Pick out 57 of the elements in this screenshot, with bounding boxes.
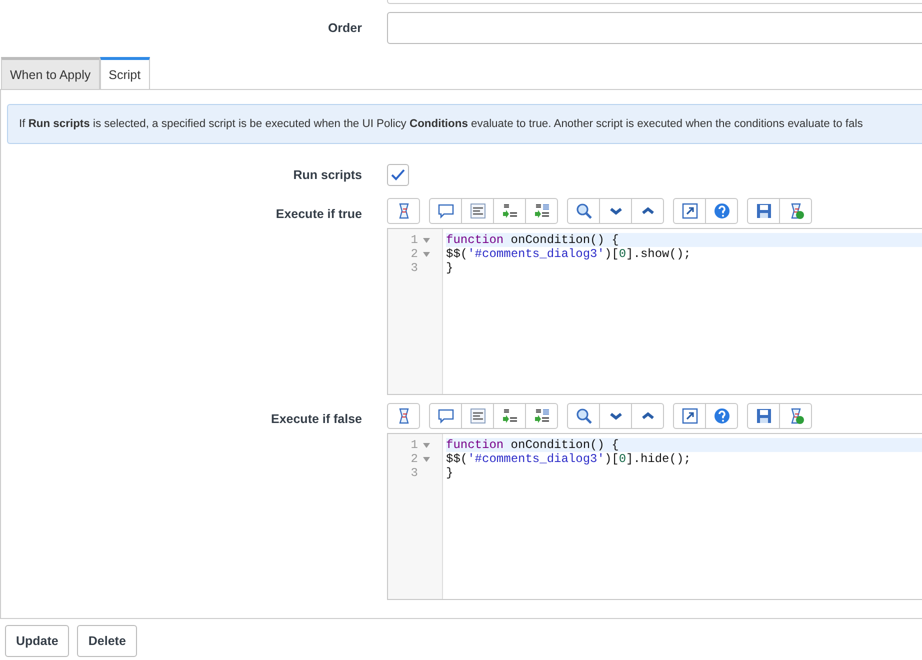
- field-label: Order: [328, 21, 362, 35]
- code-line: function onCondition() {: [446, 233, 619, 247]
- checkbox[interactable]: [387, 164, 409, 186]
- format-icon: [468, 202, 486, 220]
- fold-arrow-icon[interactable]: [423, 238, 430, 242]
- replace-icon: [500, 202, 518, 220]
- fold-arrow-icon[interactable]: [423, 456, 430, 462]
- order-field[interactable]: [387, 12, 922, 44]
- field-label: Run scripts: [293, 168, 362, 182]
- line-number: 3: [410, 466, 418, 480]
- replace-icon: [500, 407, 518, 425]
- code-editor[interactable]: 1 2 3 function onCondition() { $$('#comments_dialog3')[0].hide(); }: [387, 433, 922, 600]
- toolbar-button[interactable]: [525, 403, 558, 429]
- toolbar-button[interactable]: [525, 198, 558, 224]
- comment-icon: [436, 202, 454, 220]
- code-line: $$('#comments_dialog3')[0].show();: [446, 247, 691, 261]
- field-label: Execute if true: [276, 207, 362, 221]
- checkmark-icon: [391, 169, 405, 181]
- fullscreen-icon: [680, 202, 698, 220]
- input-field[interactable]: [387, 0, 922, 4]
- toolbar-button[interactable]: [631, 403, 664, 429]
- toolbar-button[interactable]: [461, 198, 494, 224]
- form-button[interactable]: Update: [5, 625, 70, 657]
- search-icon: [574, 407, 592, 425]
- comment-icon: [436, 407, 454, 425]
- save-icon: [754, 407, 772, 425]
- toolbar-button[interactable]: [493, 403, 526, 429]
- toolbar-button[interactable]: [631, 198, 664, 224]
- replace-all-icon: [532, 407, 550, 425]
- form-button[interactable]: Delete: [77, 625, 137, 657]
- info-text: If Run scripts is selected, a specified script is be executed when the UI Policy Conditions evaluate to true. Another script is executed when the conditions evaluate to fals: [19, 118, 863, 130]
- toolbar-button[interactable]: [599, 403, 632, 429]
- replace-all-icon: [532, 202, 550, 220]
- field-label: Execute if false: [270, 412, 362, 426]
- code-line: }: [446, 466, 454, 480]
- code-line: $$('#comments_dialog3')[0].hide();: [446, 452, 691, 466]
- line-number: 1: [410, 233, 418, 247]
- line-number: 1: [410, 438, 418, 452]
- tab[interactable]: Script: [100, 57, 150, 89]
- line-number: 2: [410, 452, 418, 466]
- search-icon: [574, 202, 592, 220]
- fold-arrow-icon[interactable]: [423, 442, 430, 448]
- format-icon: [468, 407, 486, 425]
- line-number: 3: [410, 261, 418, 275]
- toolbar-button[interactable]: [493, 198, 526, 224]
- save-icon: [754, 202, 772, 220]
- code-line: }: [446, 261, 454, 275]
- toolbar-button[interactable]: [461, 403, 494, 429]
- code-line: function onCondition() {: [446, 438, 619, 452]
- line-number: 2: [410, 247, 418, 261]
- fullscreen-icon: [680, 407, 698, 425]
- toolbar-button[interactable]: [599, 198, 632, 224]
- fold-arrow-icon[interactable]: [423, 252, 430, 256]
- tab[interactable]: When to Apply: [1, 57, 100, 89]
- code-editor[interactable]: 1 2 3 function onCondition() { $$('#comments_dialog3')[0].show(); }: [387, 228, 922, 395]
- help-icon: [712, 407, 730, 425]
- help-icon: [712, 202, 730, 220]
